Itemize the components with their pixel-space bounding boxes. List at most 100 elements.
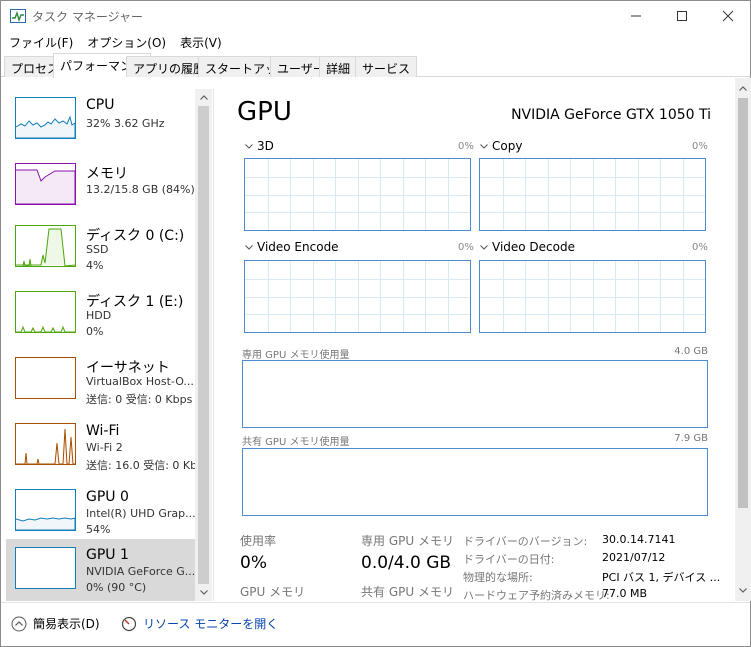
gpu-memory-label: GPU メモリ xyxy=(240,585,306,599)
resource-name: Wi-Fi xyxy=(86,423,120,439)
dedicated-memory-max: 4.0 GB xyxy=(674,346,708,357)
shared-memory-label: 共有 GPU メモリ使用量 xyxy=(242,437,350,448)
resource-list-scrollbar[interactable] xyxy=(195,89,212,601)
gpu-detail-panel: GPU NVIDIA GeForce GTX 1050 Ti 3D 0% Cop… xyxy=(215,78,735,601)
gpu0-thumbnail-graph xyxy=(15,489,76,531)
scroll-down-arrow-icon[interactable] xyxy=(735,582,751,599)
scrollbar-thumb[interactable] xyxy=(198,106,209,584)
gpu-model-name: NVIDIA GeForce GTX 1050 Ti xyxy=(511,107,711,123)
task-manager-window: タスク マネージャー ファイル(F) オプション(O) 表示(V) プロセス パ… xyxy=(0,0,751,647)
resource-item-cpu[interactable]: CPU 32% 3.62 GHz xyxy=(6,89,196,155)
tab-services[interactable]: サービス xyxy=(355,56,418,77)
wifi-thumbnail-graph xyxy=(15,423,76,465)
shared-stat-label: 共有 GPU メモリ xyxy=(361,585,454,599)
engine-selector-3d[interactable]: 3D xyxy=(245,139,274,153)
engine-percent: 0% xyxy=(692,242,708,253)
detail-scrollbar[interactable] xyxy=(735,78,751,601)
engine-selector-video-decode[interactable]: Video Decode xyxy=(480,240,575,254)
resource-detail: 13.2/15.8 GB (84%) xyxy=(86,183,195,196)
minimize-icon xyxy=(631,15,641,17)
resource-monitor-label: リソース モニターを開く xyxy=(143,617,279,631)
resource-item-wifi[interactable]: Wi-Fi Wi-Fi 2 送信: 16.0 受信: 0 Kb xyxy=(6,415,196,481)
reserved-memory-key: ハードウェア予約済みメモリ: xyxy=(463,589,610,601)
disk1-thumbnail-graph xyxy=(15,291,76,333)
engine-name: 3D xyxy=(257,139,274,153)
footer-bar: 簡易表示(D) リソース モニターを開く xyxy=(1,602,750,646)
engine-percent: 0% xyxy=(692,141,708,152)
dedicated-stat-value: 0.0/4.0 GB xyxy=(361,553,452,573)
engine-selector-video-encode[interactable]: Video Encode xyxy=(245,240,339,254)
graph-grid xyxy=(245,159,470,230)
close-icon xyxy=(722,10,734,22)
physical-location-key: 物理的な場所: xyxy=(463,571,533,584)
detail-title: GPU xyxy=(237,97,292,127)
scrollbar-thumb[interactable] xyxy=(738,98,748,508)
engine-name: Video Decode xyxy=(492,240,575,254)
resource-usage: 0% (90 °C) xyxy=(86,581,147,594)
chevron-down-icon xyxy=(245,244,253,250)
scroll-up-arrow-icon[interactable] xyxy=(735,80,751,97)
window-title: タスク マネージャー xyxy=(32,10,143,24)
memory-thumbnail-graph xyxy=(15,163,76,205)
driver-version-key: ドライバーのバージョン: xyxy=(463,535,588,548)
ethernet-thumbnail-graph xyxy=(15,357,76,399)
resource-item-memory[interactable]: メモリ 13.2/15.8 GB (84%) xyxy=(6,155,196,221)
resource-usage: 送信: 0 受信: 0 Kbps xyxy=(86,393,193,406)
maximize-icon xyxy=(677,11,687,21)
driver-version-value: 30.0.14.7141 xyxy=(602,533,676,546)
graph-grid xyxy=(245,261,470,332)
resource-name: GPU 1 xyxy=(86,547,129,563)
maximize-button[interactable] xyxy=(659,1,705,31)
scroll-up-arrow-icon[interactable] xyxy=(195,89,212,106)
resource-usage: 0% xyxy=(86,325,104,338)
engine-selector-copy[interactable]: Copy xyxy=(480,139,522,153)
close-button[interactable] xyxy=(705,1,751,31)
graph-grid xyxy=(480,261,705,332)
resource-name: ディスク 1 (E:) xyxy=(86,294,184,310)
resource-name: ディスク 0 (C:) xyxy=(86,228,185,244)
menu-options[interactable]: オプション(O) xyxy=(79,32,166,52)
resource-detail: NVIDIA GeForce G... xyxy=(86,565,196,578)
resource-usage: 54% xyxy=(86,523,111,536)
engine-name: Copy xyxy=(492,139,523,153)
resource-detail: SSD xyxy=(86,243,109,256)
panel-divider xyxy=(213,89,214,601)
cpu-thumbnail-graph xyxy=(15,97,76,139)
engine-percent: 0% xyxy=(458,141,474,152)
engine-graph-video-decode xyxy=(479,260,706,333)
physical-location-value: PCI バス 1, デバイス ... xyxy=(602,571,721,584)
menu-view[interactable]: 表示(V) xyxy=(172,32,222,52)
resource-name: イーサネット xyxy=(86,360,170,376)
chevron-down-icon xyxy=(480,244,488,250)
shared-memory-max: 7.9 GB xyxy=(674,433,708,444)
resource-detail: Wi-Fi 2 xyxy=(86,441,123,454)
resource-usage: 送信: 16.0 受信: 0 Kb xyxy=(86,459,196,472)
resource-item-gpu1[interactable]: GPU 1 NVIDIA GeForce G... 0% (90 °C) xyxy=(6,539,196,601)
tab-bar: プロセス パフォーマンス アプリの履歴 スタートアップ ユーザー 詳細 サービス xyxy=(1,53,750,78)
minimize-button[interactable] xyxy=(613,1,659,31)
resource-monitor-icon xyxy=(121,616,137,631)
tab-details[interactable]: 詳細 xyxy=(319,56,358,77)
dedicated-memory-graph xyxy=(242,360,708,428)
engine-graph-video-encode xyxy=(244,260,471,333)
simple-view-button[interactable]: 簡易表示(D) xyxy=(11,615,100,632)
resource-name: CPU xyxy=(86,97,115,113)
dedicated-stat-label: 専用 GPU メモリ xyxy=(361,534,454,548)
resource-list: CPU 32% 3.62 GHz メモリ 13.2/15.8 GB (84%) … xyxy=(4,89,212,601)
reserved-memory-value: 77.0 MB xyxy=(602,587,648,600)
shared-memory-graph xyxy=(242,448,708,516)
resource-detail: Intel(R) UHD Grap... xyxy=(86,507,196,520)
resource-item-ethernet[interactable]: イーサネット VirtualBox Host-O... 送信: 0 受信: 0 … xyxy=(6,349,196,415)
resource-name: GPU 0 xyxy=(86,489,129,505)
engine-percent: 0% xyxy=(458,242,474,253)
usage-label: 使用率 xyxy=(240,534,277,548)
resource-item-gpu0[interactable]: GPU 0 Intel(R) UHD Grap... 54% xyxy=(6,481,196,547)
scroll-down-arrow-icon[interactable] xyxy=(195,584,212,601)
resource-monitor-link[interactable]: リソース モニターを開く xyxy=(121,615,278,632)
title-bar[interactable]: タスク マネージャー xyxy=(1,1,750,31)
menu-file[interactable]: ファイル(F) xyxy=(1,32,73,52)
resource-name: メモリ xyxy=(86,166,128,182)
menu-bar: ファイル(F) オプション(O) 表示(V) xyxy=(1,32,750,52)
resource-item-disk1[interactable]: ディスク 1 (E:) HDD 0% xyxy=(6,283,196,349)
resource-item-disk0[interactable]: ディスク 0 (C:) SSD 4% xyxy=(6,217,196,283)
